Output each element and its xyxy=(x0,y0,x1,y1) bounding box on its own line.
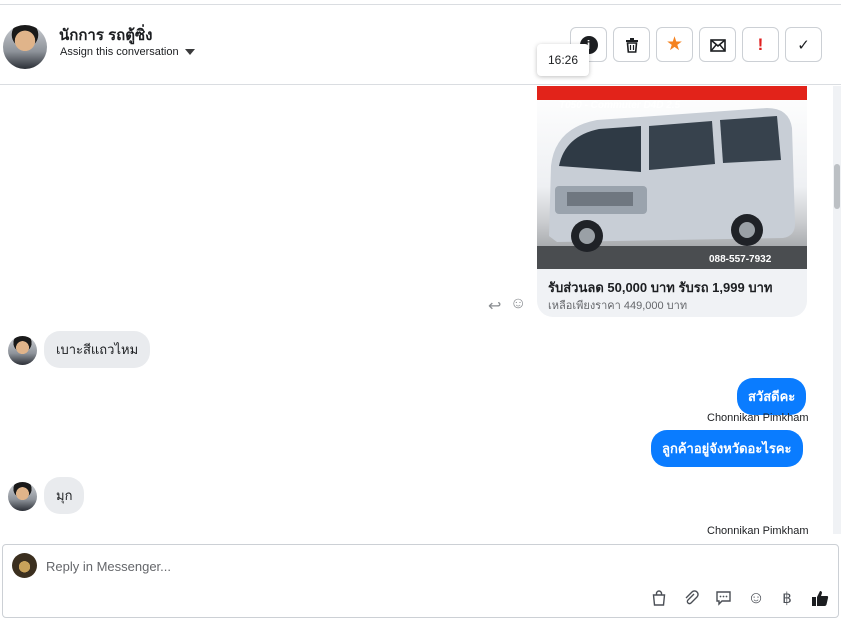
caret-down-icon xyxy=(184,49,195,55)
outgoing-message[interactable]: ลูกค้าอยู่จังหวัดอะไรคะ xyxy=(651,430,803,467)
emoji-icon[interactable]: ☺ xyxy=(745,587,767,609)
mark-unread-button[interactable] xyxy=(699,27,736,62)
thread-scrollbar[interactable] xyxy=(833,86,841,534)
shopping-bag-icon[interactable] xyxy=(648,587,670,609)
done-button[interactable]: ✓ xyxy=(785,27,822,62)
shared-post-card[interactable]: T050 - Commuter D4D 2.5 088-557-7932 รับ… xyxy=(537,86,807,317)
messenger-conversation: นักการ รถตู้ซิ่ง Assign this conversatio… xyxy=(0,0,841,626)
assign-label: Assign this conversation xyxy=(60,46,179,58)
page-avatar xyxy=(12,553,37,578)
incoming-message[interactable]: เบาะสีแถวไหม xyxy=(44,331,151,368)
attach-icon[interactable] xyxy=(680,587,702,609)
message-thread[interactable]: T050 - Commuter D4D 2.5 088-557-7932 รับ… xyxy=(0,86,841,534)
contact-avatar-small xyxy=(8,482,37,511)
van-illustration: T050 - Commuter D4D 2.5 088-557-7932 xyxy=(537,86,807,269)
contact-avatar-small xyxy=(8,336,37,365)
delete-button[interactable] xyxy=(613,27,650,62)
trash-icon xyxy=(625,37,638,53)
card-subtitle: เหลือเพียงราคา 449,000 บาท xyxy=(548,300,688,312)
react-smiley-icon[interactable]: ☺ xyxy=(510,295,526,313)
envelope-icon xyxy=(709,38,726,52)
payment-baht-icon[interactable]: ฿ xyxy=(776,587,798,609)
banner-text: T050 - Commuter D4D 2.5 xyxy=(559,100,681,111)
like-icon[interactable] xyxy=(809,587,831,609)
incoming-message[interactable]: มุก xyxy=(44,477,85,514)
van-image[interactable]: T050 - Commuter D4D 2.5 088-557-7932 xyxy=(537,86,807,269)
sender-name: Chonnikan Pimkham xyxy=(707,525,809,534)
contact-name[interactable]: นักการ รถตู้ซิ่ง xyxy=(59,23,152,47)
assign-conversation-dropdown[interactable]: Assign this conversation xyxy=(60,46,195,58)
star-button[interactable]: ★ xyxy=(656,27,693,62)
contact-avatar[interactable] xyxy=(3,25,47,69)
scroll-thumb[interactable] xyxy=(834,164,840,209)
card-title: รับส่วนลด 50,000 บาท รับรถ 1,999 บาท xyxy=(548,280,773,295)
exclamation-icon: ! xyxy=(757,34,764,54)
conversation-header: นักการ รถตู้ซิ่ง Assign this conversatio… xyxy=(0,5,841,85)
checkmark-icon: ✓ xyxy=(797,36,810,54)
reply-icon[interactable]: ↩ xyxy=(488,296,501,316)
star-icon: ★ xyxy=(665,34,684,55)
reply-input[interactable] xyxy=(46,555,646,577)
outgoing-message[interactable]: สวัสดีคะ xyxy=(737,378,807,415)
saved-replies-icon[interactable] xyxy=(712,587,734,609)
timestamp-tooltip: 16:26 xyxy=(537,44,589,76)
spam-button[interactable]: ! xyxy=(742,27,779,62)
banner-phone: 088-557-7932 xyxy=(709,254,772,265)
sender-name: Chonnikan Pimkham xyxy=(707,412,809,424)
reply-composer: ☺ ฿ xyxy=(2,544,839,618)
